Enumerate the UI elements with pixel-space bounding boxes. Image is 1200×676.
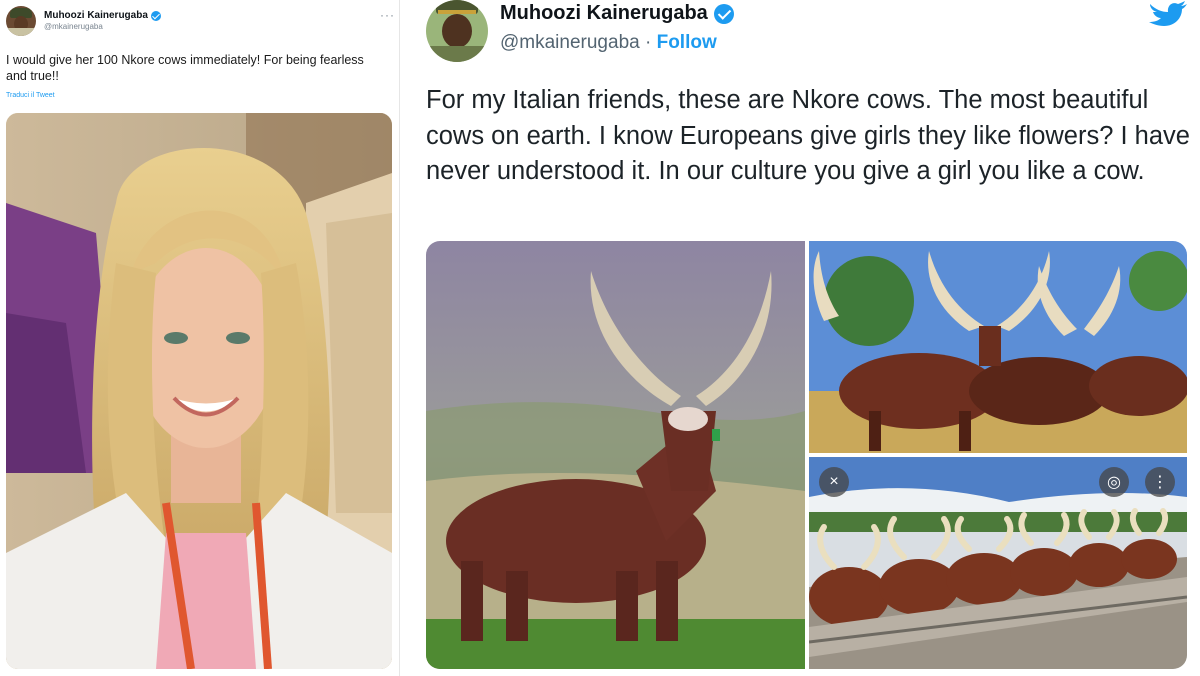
left-tweet-header: Muhoozi Kainerugaba @mkainerugaba: [6, 6, 161, 36]
close-icon[interactable]: ×: [819, 467, 849, 497]
tweet-image-bottom-right[interactable]: × ◎ ⋮: [809, 457, 1187, 669]
follow-button[interactable]: Follow: [657, 32, 717, 53]
verified-badge-icon: [713, 3, 734, 24]
translate-tweet-link[interactable]: Traduci il Tweet: [6, 92, 55, 99]
more-options-icon[interactable]: ···: [380, 8, 395, 22]
nkore-cows-drinking: [809, 457, 1187, 669]
left-tweet-text: I would give her 100 Nkore cows immediat…: [6, 53, 364, 84]
more-vertical-icon[interactable]: ⋮: [1145, 467, 1175, 497]
left-author-name-row[interactable]: Muhoozi Kainerugaba: [44, 10, 161, 22]
right-author-handle-row: @mkainerugaba · Follow: [500, 32, 717, 54]
left-author-name[interactable]: Muhoozi Kainerugaba: [44, 10, 148, 22]
nkore-cow-single: [426, 241, 805, 669]
right-author-name-row[interactable]: Muhoozi Kainerugaba: [500, 2, 734, 25]
nkore-cows-herd: [809, 241, 1187, 453]
lens-icon[interactable]: ◎: [1099, 467, 1129, 497]
left-tweet-card: Muhoozi Kainerugaba @mkainerugaba ··· I …: [0, 0, 400, 676]
right-author-handle[interactable]: @mkainerugaba: [500, 32, 640, 53]
tweet-image-grid: × ◎ ⋮: [426, 241, 1187, 669]
right-author-avatar[interactable]: [426, 0, 488, 62]
portrait-photo: [6, 113, 392, 669]
twitter-bird-icon[interactable]: [1148, 0, 1188, 26]
verified-badge-icon: [150, 11, 161, 22]
right-tweet-text: For my Italian friends, these are Nkore …: [426, 86, 1190, 185]
tweet-image-main[interactable]: [426, 241, 805, 669]
right-author-name[interactable]: Muhoozi Kainerugaba: [500, 2, 708, 25]
left-tweet-photo[interactable]: [6, 113, 392, 669]
handle-separator: ·: [644, 32, 652, 53]
tweet-image-top-right[interactable]: [809, 241, 1187, 453]
left-author-handle[interactable]: @mkainerugaba: [44, 22, 161, 32]
left-author-avatar[interactable]: [6, 6, 36, 36]
